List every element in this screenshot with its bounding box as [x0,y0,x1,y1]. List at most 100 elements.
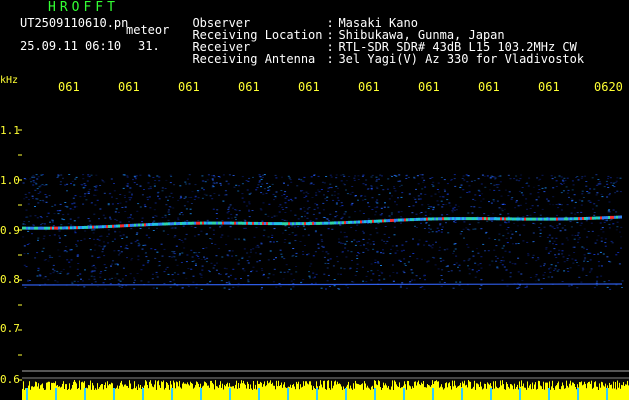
noise-pixel [160,243,163,245]
noise-pixel [126,176,129,178]
noise-pixel [37,239,39,241]
signal-pixel [92,225,94,229]
timing-bar [476,383,477,400]
signal-pixel [436,217,438,221]
noise-pixel [370,186,373,188]
noise-pixel [291,255,294,257]
noise-pixel [289,179,292,181]
signal-pixel [150,223,152,226]
noise-pixel [607,175,610,177]
signal-pixel [272,222,274,226]
noise-pixel [148,237,151,239]
noise-pixel [566,204,569,206]
noise-pixel [191,256,194,258]
noise-pixel [177,217,180,219]
noise-pixel [441,206,444,208]
noise-pixel [446,248,449,250]
noise-pixel [279,271,282,273]
timing-bar [504,389,505,400]
noise-pixel [602,231,605,233]
noise-pixel [326,196,329,198]
noise-pixel [70,183,72,185]
signal-pixel [72,226,74,230]
y-tick: 0.9 [0,224,20,237]
timing-bar [477,383,478,400]
noise-pixel [23,253,26,255]
noise-pixel [588,200,591,202]
noise-pixel [227,276,230,278]
signal-pixel [584,217,586,220]
noise-pixel [364,195,367,197]
noise-pixel [526,285,529,287]
noise-pixel [362,251,365,253]
timing-bar [116,387,117,400]
noise-pixel [109,283,112,285]
noise-pixel [582,268,585,270]
noise-pixel [574,259,577,261]
timing-bar [127,386,128,400]
noise-pixel [553,228,556,229]
noise-pixel [376,250,379,252]
noise-pixel [213,176,216,178]
noise-pixel [501,264,504,266]
noise-pixel [350,204,353,206]
signal-pixel [378,219,380,223]
noise-pixel [89,249,92,251]
timing-bar [228,386,229,400]
noise-pixel [541,208,544,210]
noise-pixel [589,259,592,261]
noise-pixel [31,195,34,197]
noise-pixel [200,230,203,232]
noise-pixel [286,196,288,197]
noise-pixel [223,194,226,196]
noise-pixel [562,190,565,192]
noise-pixel [492,213,495,215]
noise-pixel [420,258,423,260]
noise-pixel [90,202,93,204]
noise-pixel [119,194,122,195]
x-tick: 061 [538,80,560,94]
timing-bar [140,385,141,400]
noise-pixel [214,243,217,245]
noise-pixel [34,189,37,191]
noise-pixel [58,210,61,212]
noise-pixel [59,272,62,274]
noise-pixel [215,255,218,257]
noise-pixel [76,254,79,256]
noise-pixel [190,249,193,251]
timing-bar [198,383,199,400]
noise-pixel [504,250,507,252]
noise-pixel [600,237,603,239]
noise-pixel [163,283,166,284]
noise-pixel [300,281,303,283]
noise-pixel [483,175,486,177]
noise-pixel [171,197,174,199]
noise-pixel [340,242,342,244]
noise-pixel [411,212,414,214]
noise-pixel [262,274,265,276]
noise-pixel [32,180,35,182]
noise-pixel [209,227,212,229]
timing-bar [57,385,58,400]
noise-pixel [225,244,228,246]
timing-bar [586,388,587,400]
timing-bar [249,389,250,400]
noise-pixel [193,199,196,200]
noise-pixel [288,177,291,179]
noise-pixel [206,179,209,181]
noise-pixel [333,279,336,280]
noise-pixel [563,182,566,184]
noise-pixel [128,221,131,223]
noise-pixel [417,198,420,200]
timing-bar [153,387,154,400]
timing-bar [409,385,410,400]
noise-pixel [515,200,518,202]
noise-pixel [149,207,152,209]
noise-pixel [476,271,479,273]
noise-pixel [491,220,494,222]
noise-pixel [496,200,499,202]
timing-bar [111,382,112,400]
noise-pixel [454,185,457,187]
timing-bar [226,384,227,400]
noise-pixel [370,176,373,178]
